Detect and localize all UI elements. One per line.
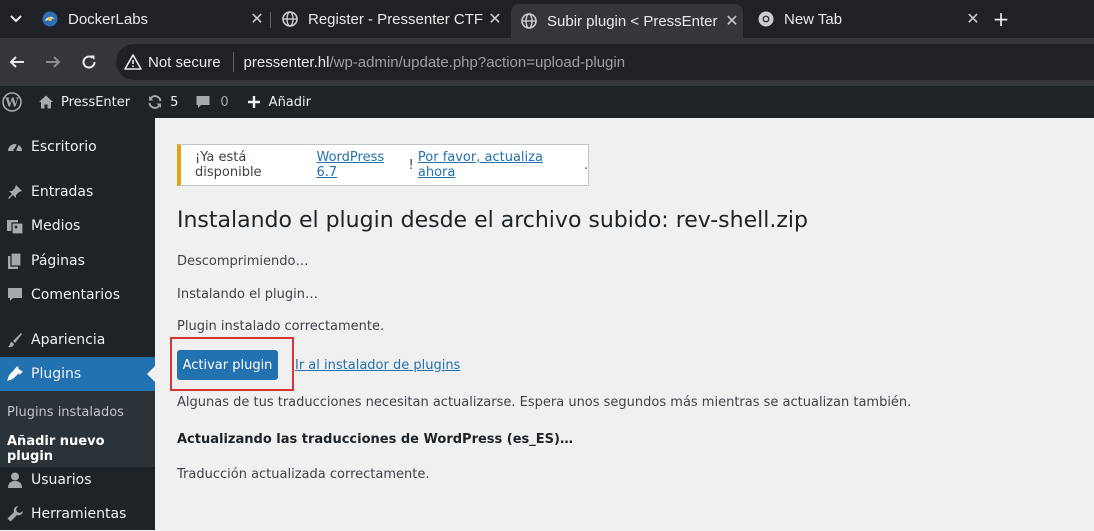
submenu-plugins-instalados[interactable]: Plugins instalados [7, 405, 124, 420]
sidebar-item-medios[interactable]: Medios [0, 209, 155, 243]
main-content: ¡Ya está disponible WordPress 6.7 ! Por … [155, 118, 1094, 530]
pages-icon [4, 252, 26, 270]
globe-icon [282, 11, 298, 27]
plugins-submenu: Plugins instalados Añadir nuevo plugin [0, 391, 155, 467]
updates-link[interactable]: 5 [147, 86, 178, 118]
address-bar[interactable]: Not secure pressenter.hl/wp-admin/update… [116, 44, 1094, 80]
tab-new-tab[interactable]: New Tab ✕ [748, 4, 984, 34]
url-host: pressenter.hl [243, 53, 330, 71]
updates-count: 5 [170, 94, 179, 110]
comments-count: 0 [220, 94, 229, 110]
tab-title: DockerLabs [68, 10, 149, 28]
security-label: Not secure [148, 53, 221, 71]
site-name-link[interactable]: PressEnter [38, 86, 130, 118]
tab-divider [270, 12, 271, 28]
forward-arrow-icon[interactable] [41, 50, 65, 74]
dockerlabs-icon [42, 11, 58, 27]
url-text[interactable]: pressenter.hl/wp-admin/update.php?action… [244, 54, 626, 71]
users-icon [4, 471, 26, 489]
sidebar-item-label: Escritorio [31, 139, 97, 155]
notice-suffix: . [583, 157, 588, 173]
comments-icon [4, 286, 26, 304]
chrome-icon [758, 11, 774, 27]
submenu-anadir-nuevo-plugin[interactable]: Añadir nuevo plugin [7, 434, 155, 464]
status-unzipping: Descomprimiendo… [177, 254, 309, 269]
url-path: /wp-admin/update.php?action=upload-plugi… [329, 53, 626, 71]
wordpress-logo-icon[interactable]: W [0, 86, 24, 118]
close-tab-icon[interactable]: ✕ [962, 9, 984, 29]
home-icon [38, 94, 54, 110]
wp-admin-bar: W PressEnter 5 0 Añadir [0, 86, 1094, 118]
dashboard-icon [4, 138, 26, 156]
notice-prefix: ¡Ya está disponible [195, 150, 262, 180]
admin-sidebar: Escritorio Entradas Medios Páginas Comen… [0, 118, 155, 530]
sidebar-item-label: Medios [31, 218, 81, 234]
current-menu-arrow-icon [147, 366, 155, 382]
plus-icon [247, 95, 261, 109]
sidebar-item-label: Usuarios [31, 472, 92, 488]
sidebar-item-label: Herramientas [31, 506, 127, 522]
new-content-link[interactable]: Añadir [247, 86, 311, 118]
warning-triangle-icon [124, 53, 142, 71]
browser-tab-strip: DockerLabs ✕ Register - Pressenter CTF ✕… [0, 0, 1094, 38]
globe-icon [521, 13, 537, 29]
tab-search-chevron-icon[interactable] [0, 0, 32, 38]
tab-dockerlabs[interactable]: DockerLabs ✕ [32, 4, 268, 34]
translations-done: Traducción actualizada correctamente. [177, 467, 430, 482]
tab-title: New Tab [784, 10, 843, 28]
security-chip[interactable]: Not secure [116, 44, 221, 80]
sidebar-item-comentarios[interactable]: Comentarios [0, 278, 155, 312]
appearance-icon [4, 331, 26, 349]
sidebar-item-label: Páginas [31, 253, 85, 269]
sidebar-item-usuarios[interactable]: Usuarios [0, 463, 155, 497]
sidebar-item-label: Entradas [31, 184, 94, 200]
comment-bubble-icon [195, 94, 211, 110]
sidebar-item-label: Plugins [31, 366, 82, 382]
pin-icon [4, 183, 26, 201]
tab-register-pressenter[interactable]: Register - Pressenter CTF ✕ [272, 4, 506, 34]
sidebar-item-plugins[interactable]: Plugins [0, 357, 155, 391]
back-arrow-icon[interactable] [5, 50, 29, 74]
update-notice: ¡Ya está disponible WordPress 6.7 ! Por … [177, 144, 589, 186]
site-name: PressEnter [61, 94, 131, 110]
close-tab-icon[interactable]: ✕ [484, 9, 506, 29]
chip-divider [232, 52, 234, 72]
sidebar-item-label: Apariencia [31, 332, 106, 348]
sidebar-item-escritorio[interactable]: Escritorio [0, 130, 155, 164]
reload-icon[interactable] [77, 50, 101, 74]
plugins-icon [4, 365, 26, 383]
translations-heading: Actualizando las traducciones de WordPre… [177, 432, 573, 447]
sidebar-item-label: Comentarios [31, 287, 121, 303]
page-title: Instalando el plugin desde el archivo su… [177, 208, 808, 233]
close-tab-icon[interactable]: ✕ [246, 9, 268, 29]
media-icon [4, 217, 26, 235]
close-tab-icon[interactable]: ✕ [721, 11, 743, 31]
svg-text:W: W [4, 96, 19, 110]
tab-title: Subir plugin < PressEnter [547, 12, 718, 30]
status-installing: Instalando el plugin… [177, 287, 319, 302]
status-installed: Plugin instalado correctamente. [177, 319, 385, 334]
plugin-installer-link[interactable]: Ir al instalador de plugins [295, 358, 460, 373]
comments-link[interactable]: 0 [195, 86, 229, 118]
sidebar-item-apariencia[interactable]: Apariencia [0, 323, 155, 357]
activate-plugin-button[interactable]: Activar plugin [177, 350, 278, 380]
updates-icon [147, 94, 163, 110]
sidebar-item-herramientas[interactable]: Herramientas [0, 497, 155, 531]
new-tab-button[interactable]: + [990, 7, 1012, 31]
update-now-link[interactable]: Por favor, actualiza ahora [418, 150, 584, 180]
sidebar-item-entradas[interactable]: Entradas [0, 175, 155, 209]
new-label: Añadir [268, 94, 311, 110]
wordpress-version-link[interactable]: WordPress 6.7 [316, 150, 408, 180]
browser-toolbar: Not secure pressenter.hl/wp-admin/update… [0, 38, 1094, 86]
tools-icon [4, 505, 26, 523]
sidebar-item-paginas[interactable]: Páginas [0, 244, 155, 278]
tab-subir-plugin[interactable]: Subir plugin < PressEnter ✕ [511, 4, 743, 38]
translations-note: Algunas de tus traducciones necesitan ac… [177, 395, 912, 410]
tab-title: Register - Pressenter CTF [308, 10, 484, 28]
notice-mid: ! [408, 157, 418, 173]
